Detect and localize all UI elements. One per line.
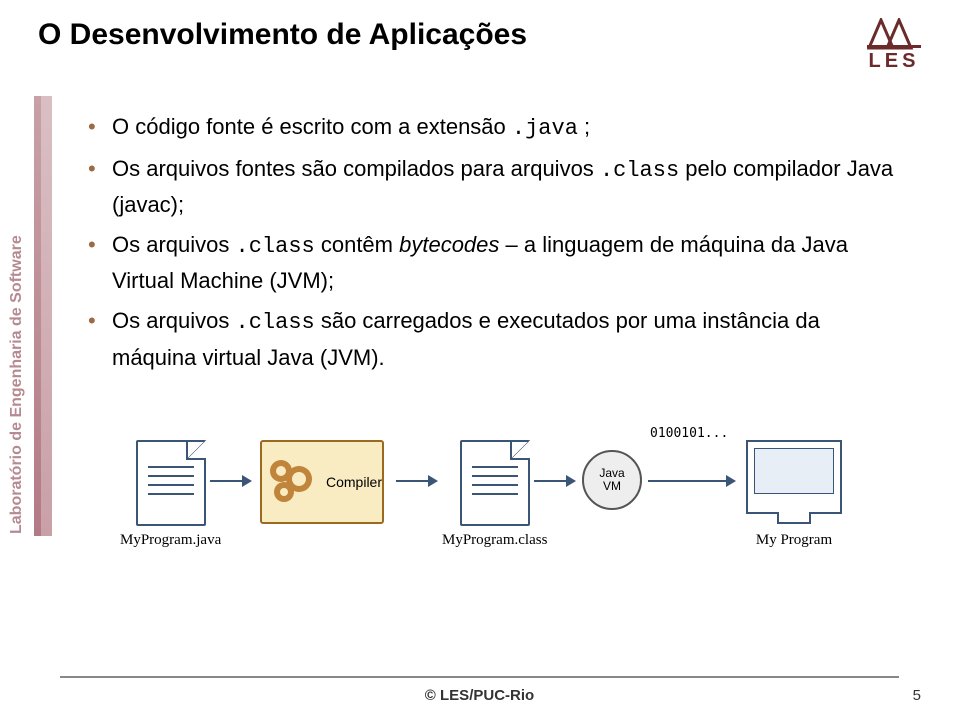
slide-title: O Desenvolvimento de Aplicações xyxy=(38,18,527,52)
output-monitor-icon: My Program xyxy=(746,440,842,549)
source-file-icon: MyProgram.java xyxy=(120,440,221,549)
arrow-icon xyxy=(210,480,250,482)
gears-icon xyxy=(270,460,312,504)
logo-icon xyxy=(867,18,921,50)
jvm-icon: Java VM xyxy=(582,450,642,510)
compilation-diagram: MyProgram.java Compiler MyProgram.class … xyxy=(120,420,880,620)
arrow-icon xyxy=(648,480,734,482)
sidebar-text: Laboratório de Engenharia de Software xyxy=(8,235,26,534)
page-number: 5 xyxy=(913,687,921,704)
bullet-list: O código fonte é escrito com a extensão … xyxy=(86,110,906,381)
output-label: My Program xyxy=(746,532,842,549)
bytecode-label: 0100101... xyxy=(650,424,728,442)
footer-copyright: © LES/PUC-Rio xyxy=(0,687,959,704)
arrow-icon xyxy=(534,480,574,482)
class-file-icon: MyProgram.class xyxy=(442,440,547,549)
arrow-icon xyxy=(396,480,436,482)
class-file-label: MyProgram.class xyxy=(442,532,547,549)
compiler-box: Compiler xyxy=(260,440,384,524)
list-item: Os arquivos fontes são compilados para a… xyxy=(86,152,906,222)
sidebar-bar xyxy=(34,96,56,536)
compiler-label: Compiler xyxy=(326,474,382,490)
list-item: O código fonte é escrito com a extensão … xyxy=(86,110,906,146)
logo-text: LES xyxy=(867,50,921,73)
list-item: Os arquivos .class contêm bytecodes – a … xyxy=(86,228,906,298)
list-item: Os arquivos .class são carregados e exec… xyxy=(86,304,906,374)
logo: LES xyxy=(867,18,921,73)
source-file-label: MyProgram.java xyxy=(120,532,221,549)
footer-divider xyxy=(60,676,899,678)
